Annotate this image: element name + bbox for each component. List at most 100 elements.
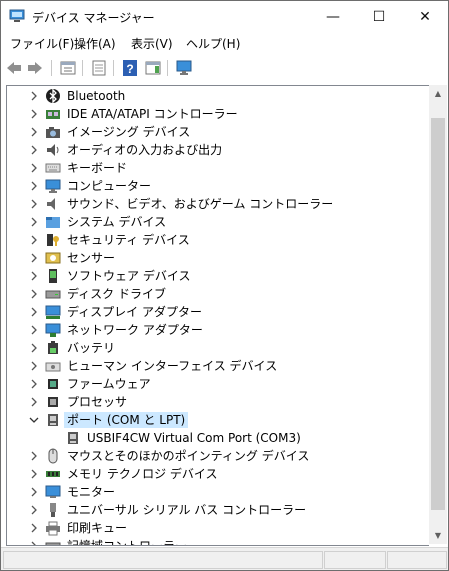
- title-bar[interactable]: デバイス マネージャー — ☐ ✕: [1, 1, 448, 32]
- keyboard-icon: [45, 160, 61, 176]
- tree-item-label: モニター: [67, 485, 116, 499]
- forward-button[interactable]: [26, 59, 44, 77]
- chevron-right-icon[interactable]: [29, 287, 39, 301]
- menu-help[interactable]: ヘルプ(H): [186, 35, 240, 52]
- properties-view-button[interactable]: [59, 59, 77, 77]
- chevron-right-icon[interactable]: [29, 305, 39, 319]
- sound-icon: [45, 196, 61, 212]
- chevron-right-icon[interactable]: [29, 179, 39, 193]
- chevron-right-icon[interactable]: [29, 521, 39, 535]
- display-adapter-icon: [45, 304, 61, 320]
- tree-category[interactable]: ファームウェア: [7, 375, 427, 393]
- back-button[interactable]: [5, 59, 23, 77]
- chevron-right-icon[interactable]: [29, 269, 39, 283]
- hid-icon: [45, 358, 61, 374]
- tree-category[interactable]: キーボード: [7, 159, 427, 177]
- show-hidden-icon: [92, 60, 106, 76]
- tree-category[interactable]: メモリ テクノロジ デバイス: [7, 465, 427, 483]
- scan-hardware-button[interactable]: [175, 59, 193, 77]
- device-tree[interactable]: Bluetooth IDE ATA/ATAPI コントローラーイメージング デバイ…: [6, 85, 429, 546]
- chevron-right-icon[interactable]: [29, 143, 39, 157]
- tree-item-label: センサー: [67, 251, 116, 265]
- chevron-right-icon[interactable]: [29, 395, 39, 409]
- action-pane-button[interactable]: [144, 59, 162, 77]
- tree-category[interactable]: サウンド、ビデオ、およびゲーム コントローラー: [7, 195, 427, 213]
- menu-view[interactable]: 表示(V): [131, 35, 173, 52]
- chevron-right-icon[interactable]: [29, 539, 39, 545]
- maximize-button[interactable]: ☐: [356, 1, 402, 32]
- tree-item-label: オーディオの入力および出力: [67, 143, 223, 157]
- chevron-right-icon[interactable]: [29, 125, 39, 139]
- processor-icon: [45, 394, 61, 410]
- disk-drive-icon: [45, 286, 61, 302]
- tree-category[interactable]: セキュリティ デバイス: [7, 231, 427, 249]
- scroll-up-button[interactable]: ▲: [429, 85, 447, 102]
- tree-category[interactable]: プロセッサ: [7, 393, 427, 411]
- menu-file[interactable]: ファイル(F): [10, 35, 74, 52]
- chevron-down-icon: ▼: [434, 531, 442, 540]
- close-button[interactable]: ✕: [402, 1, 448, 32]
- tree-item-label: セキュリティ デバイス: [67, 233, 190, 247]
- chevron-right-icon[interactable]: [29, 89, 39, 103]
- chevron-right-icon[interactable]: [29, 341, 39, 355]
- scroll-thumb[interactable]: [431, 118, 445, 510]
- tree-category[interactable]: IDE ATA/ATAPI コントローラー: [7, 105, 427, 123]
- bluetooth-icon: [45, 88, 61, 104]
- chevron-right-icon[interactable]: [29, 485, 39, 499]
- chevron-right-icon[interactable]: [29, 323, 39, 337]
- port-icon: [45, 412, 61, 428]
- tree-item-label: IDE ATA/ATAPI コントローラー: [67, 107, 238, 121]
- toolbar-separator: [82, 60, 83, 76]
- chevron-right-icon[interactable]: [29, 161, 39, 175]
- chevron-right-icon[interactable]: [29, 233, 39, 247]
- tree-item-label: ヒューマン インターフェイス デバイス: [67, 359, 278, 373]
- tree-category[interactable]: ディスプレイ アダプター: [7, 303, 427, 321]
- tree-category[interactable]: オーディオの入力および出力: [7, 141, 427, 159]
- tree-category[interactable]: マウスとそのほかのポインティング デバイス: [7, 447, 427, 465]
- tree-category[interactable]: 印刷キュー: [7, 519, 427, 537]
- chevron-right-icon[interactable]: [29, 503, 39, 517]
- chevron-right-icon[interactable]: [29, 251, 39, 265]
- tree-category[interactable]: ユニバーサル シリアル バス コントローラー: [7, 501, 427, 519]
- chevron-right-icon[interactable]: [29, 359, 39, 373]
- tree-item-label: Bluetooth: [67, 89, 126, 103]
- tree-item-label: 印刷キュー: [67, 521, 128, 535]
- tree-category[interactable]: ソフトウェア デバイス: [7, 267, 427, 285]
- tree-category[interactable]: センサー: [7, 249, 427, 267]
- tree-category[interactable]: コンピューター: [7, 177, 427, 195]
- menu-action[interactable]: 操作(A): [74, 35, 116, 52]
- tree-category[interactable]: ポート (COM と LPT): [7, 411, 427, 429]
- show-hidden-button[interactable]: [90, 59, 108, 77]
- tree-category[interactable]: 記憶域コントローラー: [7, 537, 427, 546]
- tree-category[interactable]: ネットワーク アダプター: [7, 321, 427, 339]
- tree-item-label: サウンド、ビデオ、およびゲーム コントローラー: [67, 197, 334, 211]
- chevron-right-icon[interactable]: [29, 215, 39, 229]
- tree-item-label: ユニバーサル シリアル バス コントローラー: [67, 503, 307, 517]
- toolbar-separator: [167, 60, 168, 76]
- tree-category[interactable]: ヒューマン インターフェイス デバイス: [7, 357, 427, 375]
- tree-category[interactable]: Bluetooth: [7, 87, 427, 105]
- tree-item-label: 記憶域コントローラー: [67, 539, 188, 546]
- camera-icon: [45, 124, 61, 140]
- chevron-right-icon[interactable]: [29, 377, 39, 391]
- tree-category[interactable]: モニター: [7, 483, 427, 501]
- tree-category[interactable]: ディスク ドライブ: [7, 285, 427, 303]
- maximize-icon: ☐: [372, 8, 386, 25]
- chevron-right-icon[interactable]: [29, 467, 39, 481]
- tree-category[interactable]: バッテリ: [7, 339, 427, 357]
- tree-item-label: ディスプレイ アダプター: [67, 305, 202, 319]
- toolbar-separator: [51, 60, 52, 76]
- chevron-right-icon[interactable]: [29, 197, 39, 211]
- chevron-down-icon[interactable]: [29, 413, 39, 427]
- tree-category[interactable]: イメージング デバイス: [7, 123, 427, 141]
- port-icon: [65, 430, 81, 446]
- chevron-right-icon[interactable]: [29, 449, 39, 463]
- usb-icon: [45, 502, 61, 518]
- help-button[interactable]: ?: [121, 59, 139, 77]
- tree-category[interactable]: システム デバイス: [7, 213, 427, 231]
- tree-child-item[interactable]: USBIF4CW Virtual Com Port (COM3): [7, 429, 427, 447]
- vertical-scrollbar[interactable]: ▲ ▼: [429, 85, 447, 544]
- chevron-right-icon[interactable]: [29, 107, 39, 121]
- scroll-down-button[interactable]: ▼: [429, 527, 447, 544]
- minimize-button[interactable]: —: [310, 1, 356, 32]
